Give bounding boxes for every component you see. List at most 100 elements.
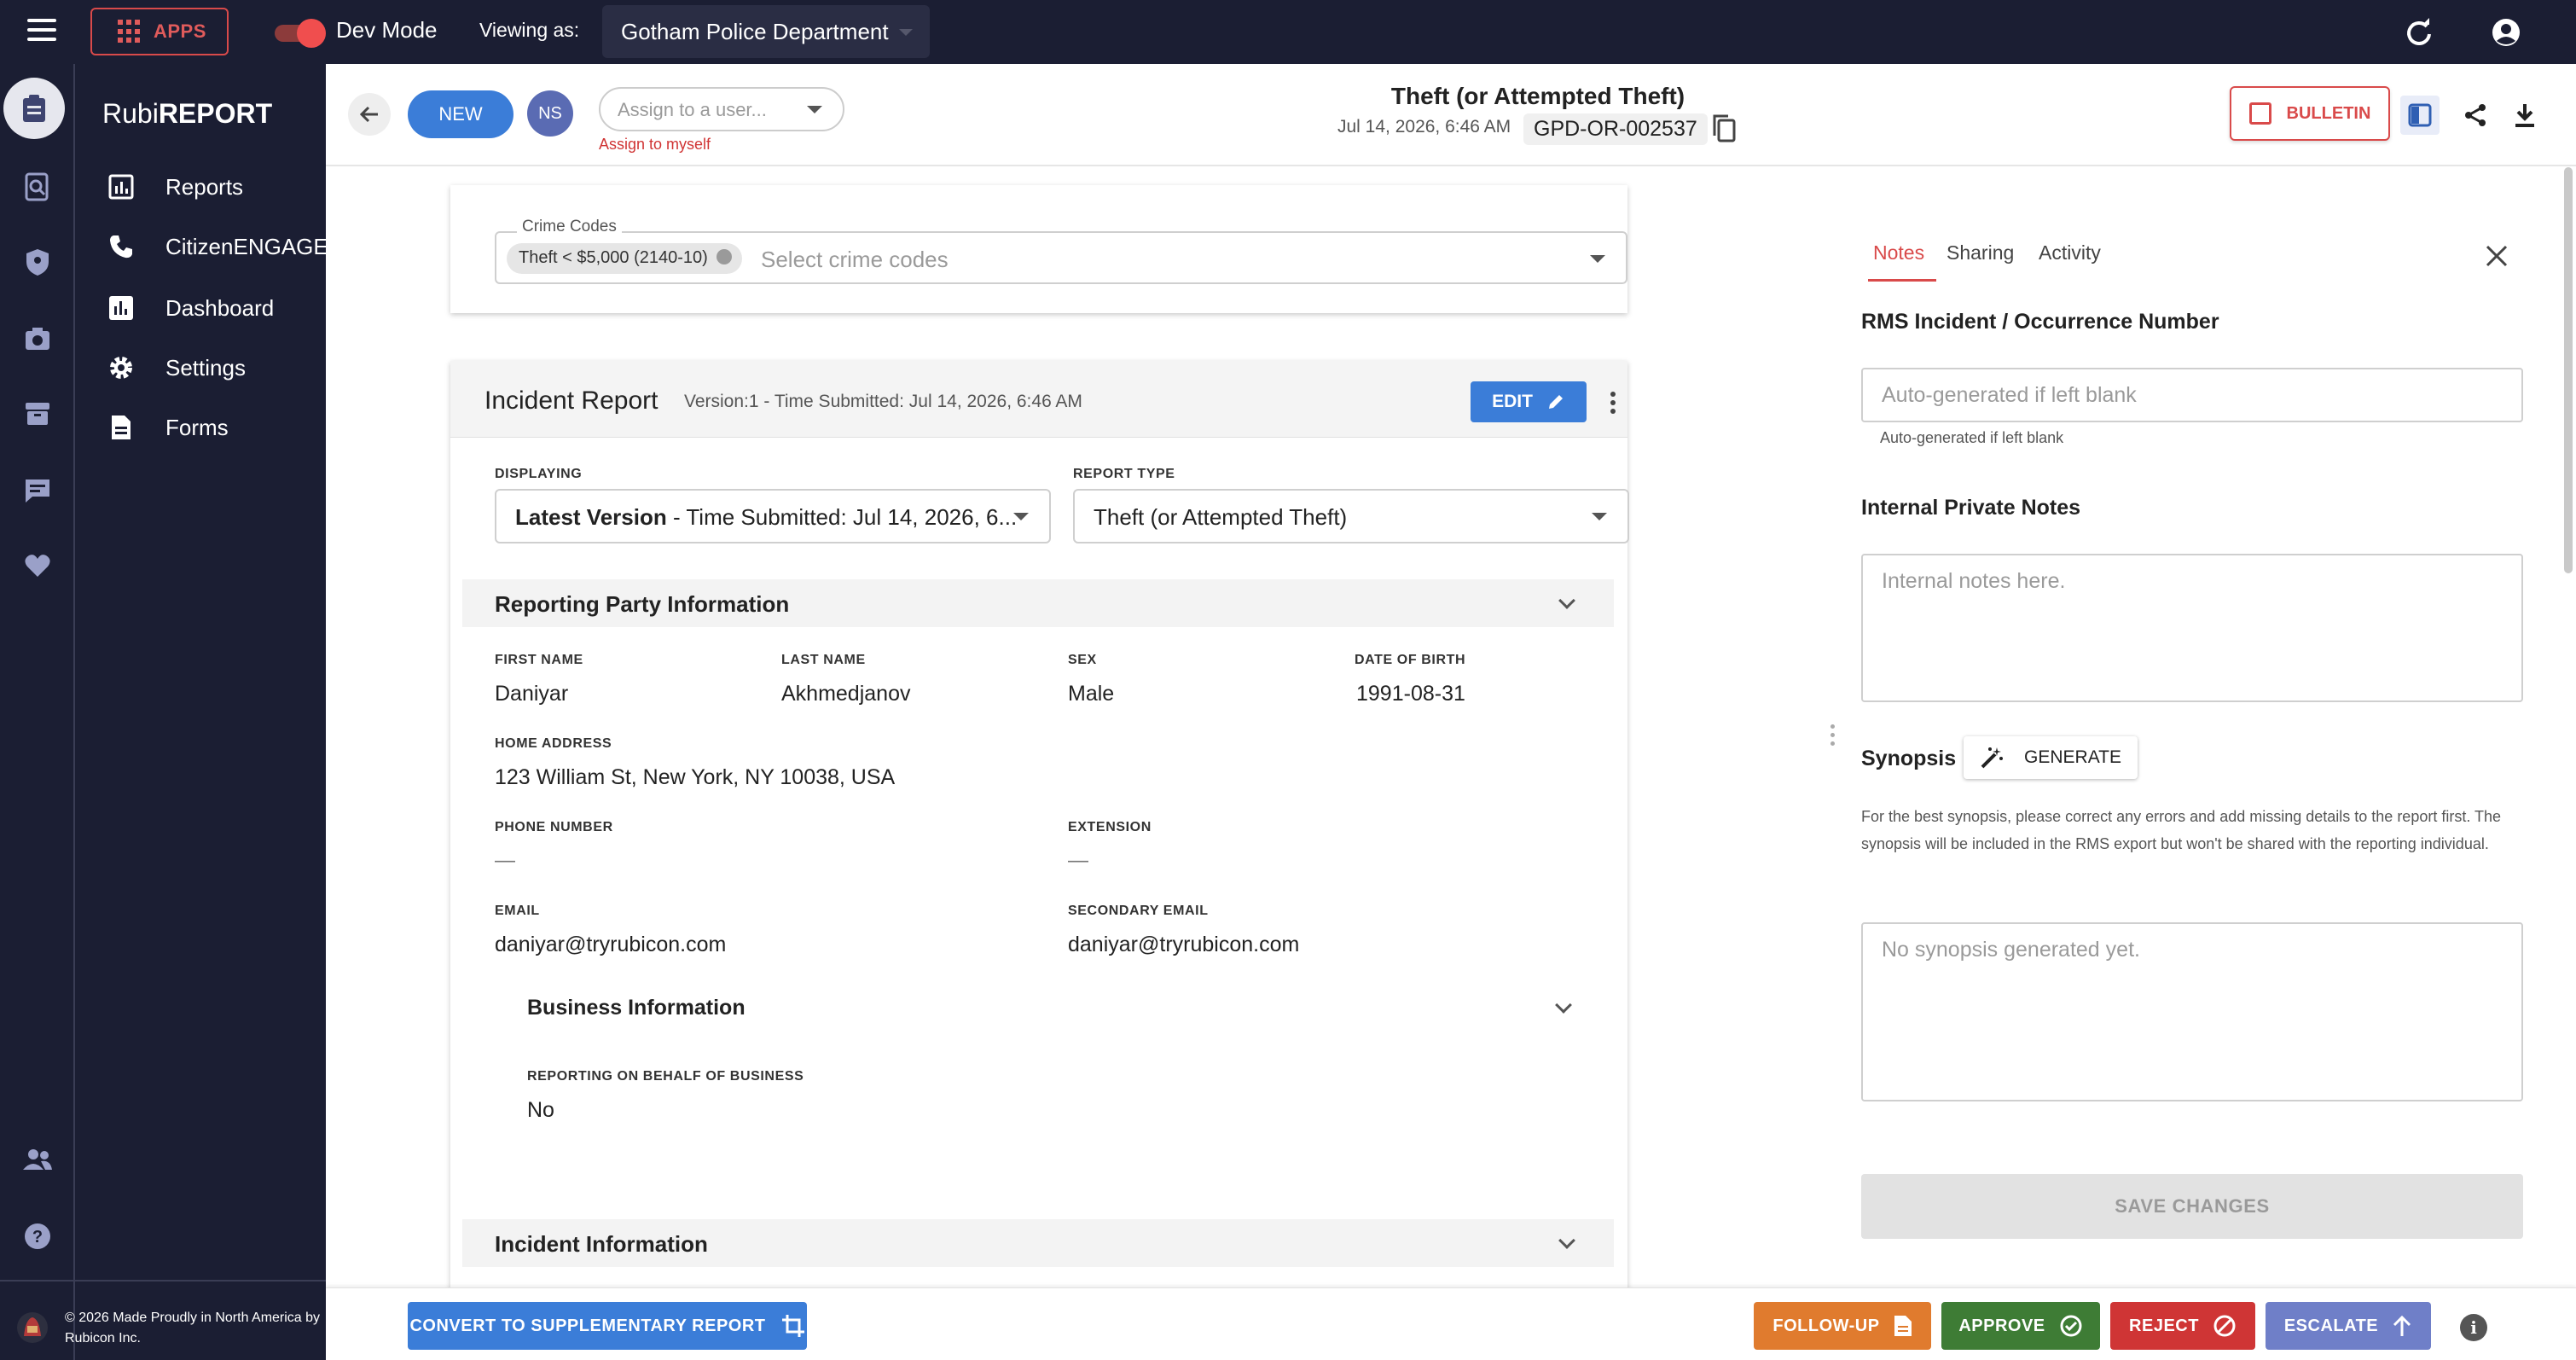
nav-item-citizenengage[interactable]: CitizenENGAGE — [106, 228, 328, 265]
rail-archive[interactable] — [12, 388, 63, 439]
generate-synopsis-button[interactable]: GENERATE — [1964, 736, 2138, 779]
bulletin-button[interactable]: BULLETIN — [2230, 86, 2390, 141]
nav-item-dashboard[interactable]: Dashboard — [106, 289, 274, 327]
info-icon[interactable]: i — [2460, 1314, 2487, 1341]
rail-search[interactable] — [12, 161, 63, 212]
business-info-section[interactable]: Business Information — [527, 984, 1585, 1032]
extension-value: — — [1068, 849, 1088, 872]
convert-supplementary-button[interactable]: CONVERT TO SUPPLEMENTARY REPORT — [408, 1302, 807, 1350]
tab-notes[interactable]: Notes — [1873, 241, 1924, 264]
synopsis-textarea[interactable]: No synopsis generated yet. — [1861, 922, 2523, 1101]
assign-to-myself-link[interactable]: Assign to myself — [599, 136, 711, 154]
internal-notes-textarea[interactable]: Internal notes here. — [1861, 554, 2523, 702]
crime-codes-card: Theft < $5,000 (2140-10) Select crime co… — [450, 185, 1627, 313]
escalate-button[interactable]: ESCALATE — [2266, 1302, 2431, 1350]
last-name-value: Akhmedjanov — [781, 682, 911, 706]
rms-number-input[interactable]: Auto-generated if left blank — [1861, 368, 2523, 422]
report-type-value: Theft (or Attempted Theft) — [1094, 504, 1348, 530]
last-name-label: LAST NAME — [781, 653, 866, 667]
document-icon — [106, 412, 136, 443]
report-content: Theft < $5,000 (2140-10) Select crime co… — [326, 166, 1776, 1287]
share-icon — [2465, 104, 2486, 126]
version-select-bold: Latest Version — [515, 504, 667, 530]
reject-button[interactable]: REJECT — [2110, 1302, 2255, 1350]
incident-report-title: Incident Report — [484, 386, 659, 415]
toggle-side-panel-button[interactable] — [2400, 96, 2440, 135]
reporting-party-section[interactable]: Reporting Party Information — [462, 579, 1614, 627]
nav-item-settings[interactable]: Settings — [106, 349, 246, 386]
follow-up-label: FOLLOW-UP — [1772, 1316, 1880, 1335]
scrollbar[interactable] — [2564, 167, 2573, 573]
account-icon[interactable] — [2491, 17, 2521, 48]
crime-code-chip[interactable]: Theft < $5,000 (2140-10) — [507, 243, 742, 274]
department-select[interactable]: Gotham Police Department — [602, 5, 930, 58]
generate-label: GENERATE — [2024, 747, 2121, 767]
nav-item-forms[interactable]: Forms — [106, 409, 229, 446]
secondary-email-label: SECONDARY EMAIL — [1068, 904, 1209, 918]
viewing-as-label: Viewing as: — [479, 19, 580, 41]
rail-users[interactable] — [12, 1134, 63, 1185]
tab-activity[interactable]: Activity — [2039, 241, 2101, 264]
users-icon — [23, 1149, 52, 1170]
archive-icon — [26, 403, 49, 425]
report-header: NEW NS Assign to a user... Assign to mys… — [326, 64, 2576, 166]
save-changes-button[interactable]: SAVE CHANGES — [1861, 1174, 2523, 1239]
rail-help[interactable]: ? — [12, 1211, 63, 1262]
rail-camera[interactable] — [12, 313, 63, 364]
footer-copyright: © 2026 Made Proudly in North America by … — [65, 1311, 321, 1345]
shield-icon — [26, 249, 49, 276]
grid-icon — [118, 20, 142, 44]
synopsis-title: Synopsis — [1861, 747, 1957, 770]
resize-handle-icon[interactable] — [1830, 724, 1836, 750]
convert-label: CONVERT TO SUPPLEMENTARY REPORT — [409, 1316, 766, 1335]
rms-number-helper: Auto-generated if left blank — [1880, 429, 2064, 446]
escalate-label: ESCALATE — [2283, 1316, 2379, 1335]
rail-chat[interactable] — [12, 465, 63, 516]
first-name-value: Daniyar — [495, 682, 569, 706]
download-button[interactable] — [2508, 98, 2542, 132]
dev-mode-toggle[interactable] — [275, 19, 328, 48]
nav-item-reports[interactable]: Reports — [106, 168, 243, 206]
nav-panel: RubiREPORT Reports CitizenENGAGE Dashboa… — [75, 64, 328, 1360]
rail-reports[interactable] — [3, 78, 65, 139]
close-icon[interactable] — [2484, 243, 2509, 269]
department-value: Gotham Police Department — [621, 19, 889, 44]
rail-security[interactable] — [12, 236, 63, 288]
chip-remove-icon[interactable] — [716, 249, 732, 264]
crime-codes-placeholder: Select crime codes — [761, 247, 949, 272]
report-type-select[interactable]: Theft (or Attempted Theft) — [1073, 489, 1629, 543]
rms-number-placeholder: Auto-generated if left blank — [1882, 383, 2137, 407]
crime-codes-select[interactable]: Theft < $5,000 (2140-10) Select crime co… — [495, 231, 1627, 284]
approve-button[interactable]: APPROVE — [1941, 1302, 2100, 1350]
caret-down-icon — [1013, 513, 1029, 520]
hamburger-menu-icon[interactable] — [27, 19, 56, 44]
nav-item-label: Settings — [165, 354, 246, 381]
tab-sharing[interactable]: Sharing — [1947, 241, 2014, 264]
version-select[interactable]: Latest Version - Time Submitted: Jul 14,… — [495, 489, 1051, 543]
share-button[interactable] — [2458, 98, 2492, 132]
incident-report-card: Incident Report Version:1 - Time Submitt… — [450, 361, 1629, 1287]
edit-button[interactable]: EDIT — [1471, 381, 1587, 422]
pencil-icon — [1548, 395, 1563, 409]
first-name-label: FIRST NAME — [495, 653, 583, 667]
email-value: daniyar@tryrubicon.com — [495, 933, 727, 956]
refresh-icon[interactable] — [2404, 17, 2434, 48]
arrow-up-icon — [2393, 1315, 2411, 1336]
section-title: Business Information — [527, 996, 746, 1020]
icon-rail: ? — [0, 64, 75, 1360]
dashboard-icon — [106, 293, 136, 323]
copy-icon[interactable] — [1711, 113, 1737, 142]
edit-label: EDIT — [1492, 392, 1533, 411]
apps-button[interactable]: APPS — [90, 8, 229, 55]
more-options-icon[interactable] — [1610, 392, 1616, 417]
brand-logo: RubiREPORT — [102, 98, 273, 129]
incident-report-header: Incident Report Version:1 - Time Submitt… — [450, 361, 1627, 438]
follow-up-button[interactable]: FOLLOW-UP — [1754, 1302, 1931, 1350]
rail-favorites[interactable] — [12, 540, 63, 591]
incident-info-section[interactable]: Incident Information — [462, 1219, 1614, 1267]
clipboard-icon — [23, 95, 45, 122]
active-tab-indicator — [1868, 279, 1936, 282]
phone-icon — [106, 231, 136, 262]
section-title: Reporting Party Information — [495, 591, 790, 617]
heart-icon — [25, 555, 50, 577]
